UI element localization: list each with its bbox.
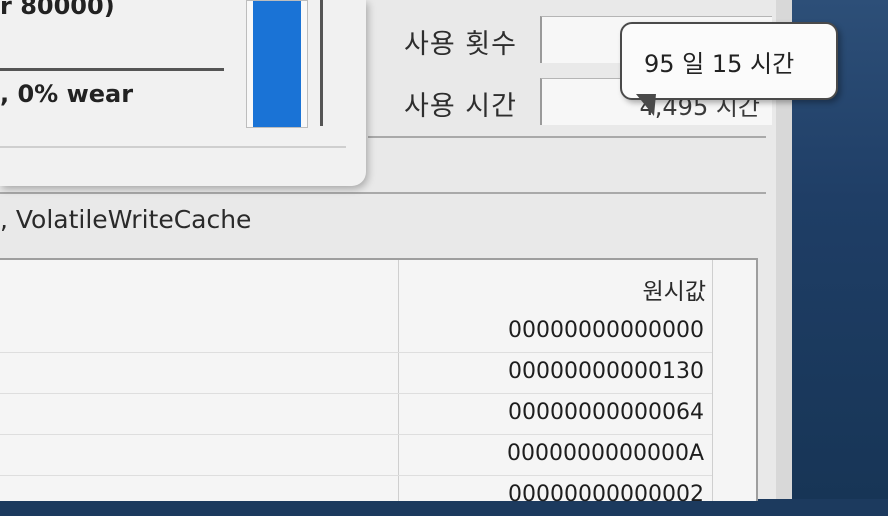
raw-value-cell: 00000000000130 — [508, 359, 704, 384]
raw-value-cell: 00000000000064 — [508, 400, 704, 425]
table-row[interactable]: 0000000000000A — [0, 435, 712, 476]
popup-text-top: r 80000) — [0, 0, 115, 20]
usage-time-label: 사용 시간 — [404, 91, 517, 122]
table-row[interactable]: 00000000000002 — [0, 476, 712, 516]
divider-2 — [0, 192, 766, 194]
health-gauge-fill — [253, 1, 301, 127]
table-row[interactable]: 00000000000130 — [0, 353, 712, 394]
gauge-side-line — [320, 0, 323, 126]
tooltip-text: 95 일 15 시간 — [644, 50, 795, 78]
raw-value-cell: 00000000000002 — [508, 482, 704, 507]
table-row[interactable]: 00000000000000 — [0, 312, 712, 353]
table-row[interactable]: 00000000000064 — [0, 394, 712, 435]
usage-count-label: 사용 횟수 — [404, 29, 517, 60]
smart-table: 원시값 00000000000000 00000000000130 000000… — [0, 258, 758, 507]
popup-rule — [0, 68, 224, 71]
wear-text: , 0% wear — [0, 80, 134, 108]
popup-bottom-rule — [0, 146, 346, 148]
column-divider-2 — [712, 260, 713, 501]
raw-value-cell: 00000000000000 — [508, 318, 704, 343]
divider-1 — [368, 136, 766, 138]
health-gauge — [246, 0, 308, 128]
health-popup: r 80000) , 0% wear — [0, 0, 366, 186]
features-text: , VolatileWriteCache — [0, 205, 252, 234]
usage-time-tooltip: 95 일 15 시간 — [620, 22, 838, 100]
raw-value-cell: 0000000000000A — [506, 441, 704, 466]
raw-value-header[interactable]: 원시값 — [643, 272, 706, 306]
